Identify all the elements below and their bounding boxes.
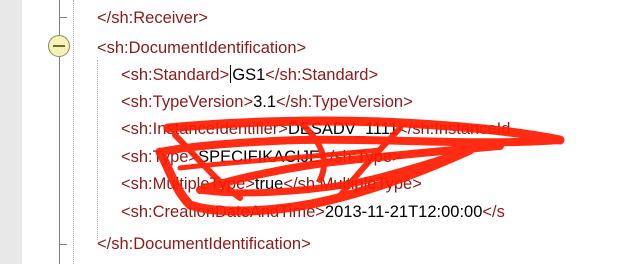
code-line-9: </sh:DocumentIdentification> — [97, 232, 311, 256]
xml-tag: </sh:DocumentIdentification> — [97, 235, 311, 253]
code-line-8: <sh:CreationDateAndTime>2013-11-21T12:00… — [121, 200, 505, 224]
xml-tag: </sh:Standard> — [265, 66, 379, 84]
xml-value: SPECIFIKACIJE — [198, 148, 321, 166]
code-line-1: </sh:Receiver> — [97, 6, 208, 30]
code-line-5: <sh:InstanceIdentifier>DESADV_1111</sh:I… — [121, 117, 510, 141]
xml-value: true — [254, 175, 284, 193]
xml-tag: <sh:MultipleType> — [121, 175, 255, 193]
xml-editor[interactable]: </sh:Receiver> <sh:DocumentIdentificatio… — [0, 0, 624, 264]
code-line-7: <sh:MultipleType>true</sh:MultipleType> — [121, 172, 422, 196]
xml-tag: </sh:MultipleType> — [283, 175, 422, 193]
code-line-2: <sh:DocumentIdentification> — [97, 36, 306, 60]
xml-tag: <sh:Standard> — [121, 66, 230, 84]
code-line-4: <sh:TypeVersion>3.1</sh:TypeVersion> — [121, 90, 413, 114]
xml-value: GS1 — [232, 66, 266, 84]
code-line-3: <sh:Standard> GS1</sh:Standard> — [121, 63, 378, 87]
xml-tag: </sh:Receiver> — [97, 9, 208, 27]
xml-tag: <sh:Type> — [121, 148, 199, 166]
xml-value: DESADV_1111 — [287, 120, 399, 138]
code-line-6: <sh:Type>SPECIFIKACIJE</sh:Type> — [121, 145, 402, 169]
xml-tag: <sh:DocumentIdentification> — [97, 39, 307, 57]
xml-tag: </sh:Type> — [320, 148, 402, 166]
xml-tag: </sh:InstanceId — [398, 120, 511, 138]
xml-tag: <sh:InstanceIdentifier> — [121, 120, 288, 138]
xml-value: 3.1 — [253, 93, 277, 111]
xml-tag: <sh:TypeVersion> — [121, 93, 254, 111]
xml-value: 2013-11-21T12:00:00 — [324, 203, 483, 221]
xml-tag: <sh:CreationDateAndTime> — [121, 203, 325, 221]
xml-tag: </s — [482, 203, 505, 221]
xml-tag: </sh:TypeVersion> — [276, 93, 413, 111]
